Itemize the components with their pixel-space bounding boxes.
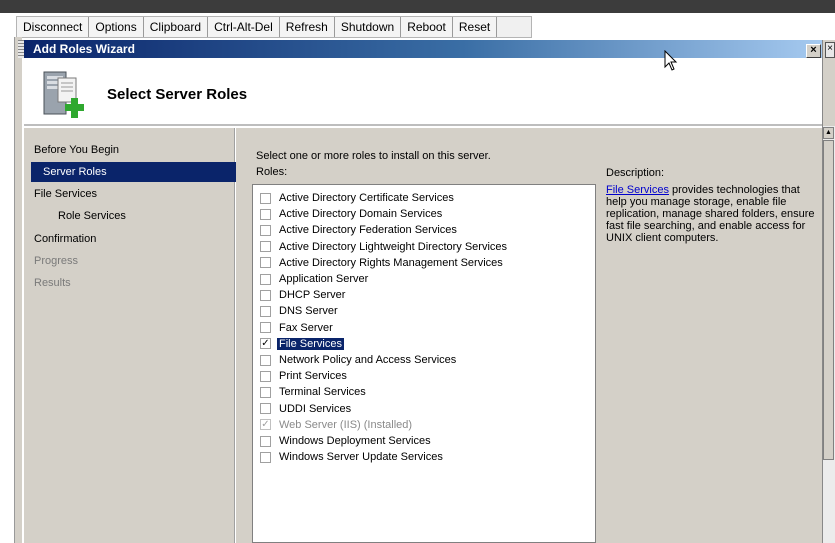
description-label: Description: (606, 167, 665, 179)
role-row[interactable]: Active Directory Lightweight Directory S… (260, 239, 509, 255)
role-label: DHCP Server (279, 289, 346, 302)
role-label: Application Server (279, 273, 369, 285)
role-checkbox[interactable] (260, 386, 271, 398)
role-row[interactable]: Terminal Services (260, 384, 368, 400)
role-label: Active Directory Rights Management Servi… (279, 256, 503, 269)
server-add-icon (43, 71, 84, 118)
role-label: Terminal Services (279, 386, 366, 399)
role-row[interactable]: ✓ Web Server (IIS) (Installed) (260, 417, 414, 433)
left-frame-edge (14, 37, 22, 543)
toolbar-button-disconnect[interactable]: Disconnect (17, 17, 90, 37)
role-row[interactable]: Print Services (260, 368, 349, 384)
role-checkbox[interactable] (260, 322, 271, 334)
role-label: Windows Deployment Services (279, 435, 431, 447)
role-label: Network Policy and Access Services (279, 354, 457, 366)
role-checkbox[interactable] (260, 273, 271, 285)
role-label: UDDI Services (279, 402, 352, 415)
role-checkbox[interactable] (260, 354, 271, 366)
nav-role-services[interactable]: Role Services (58, 206, 126, 226)
scroll-up-icon[interactable]: ▲ (823, 127, 834, 139)
role-row[interactable]: Active Directory Rights Management Servi… (260, 255, 505, 271)
remote-toolbar: Disconnect Options Clipboard Ctrl-Alt-Del Re… (16, 16, 532, 38)
role-row[interactable]: Active Directory Certificate Services (260, 190, 456, 206)
role-row[interactable]: Active Directory Domain Services (260, 206, 444, 222)
close-icon[interactable]: × (806, 44, 821, 58)
nav-server-roles[interactable]: Server Roles (31, 162, 257, 182)
toolbar-button-options[interactable]: Options (89, 17, 144, 37)
role-checkbox: ✓ (260, 419, 271, 431)
role-label: Web Server (IIS) (Installed) (279, 418, 413, 431)
role-checkbox[interactable] (260, 370, 271, 382)
nav-confirmation[interactable]: Confirmation (34, 229, 96, 249)
description-text: File Services provides technologies that… (606, 184, 816, 244)
toolbar-button-refresh[interactable]: Refresh (279, 17, 335, 37)
toolbar-button-shutdown[interactable]: Shutdown (334, 17, 402, 37)
window-title: Add Roles Wizard (33, 42, 135, 56)
role-label: DNS Server (279, 305, 338, 318)
nav-before-you-begin[interactable]: Before You Begin (34, 140, 119, 160)
role-checkbox[interactable] (260, 403, 271, 415)
role-label: Fax Server (279, 321, 333, 334)
role-label: Print Services (279, 370, 347, 383)
role-checkbox[interactable] (260, 289, 271, 301)
nav-results: Results (34, 277, 71, 289)
roles-list[interactable]: Active Directory Certificate Services Act… (252, 184, 596, 543)
role-checkbox[interactable] (260, 435, 271, 447)
role-label: File Services (277, 337, 344, 350)
instruction-text: Select one or more roles to install on t… (256, 150, 491, 162)
role-label: Active Directory Certificate Services (279, 192, 454, 204)
role-label: Windows Server Update Services (279, 451, 443, 464)
toolbar-button-ctrl-alt-del[interactable]: Ctrl-Alt-Del (208, 17, 280, 37)
role-row[interactable]: ✓ File Services (260, 336, 344, 352)
role-row[interactable]: Application Server (260, 271, 370, 287)
role-checkbox[interactable] (260, 224, 271, 236)
role-checkbox[interactable] (260, 451, 271, 463)
roles-label: Roles: (256, 166, 288, 178)
wizard-nav: Before You Begin Server Roles File Servi… (24, 128, 257, 543)
toolbar-button-clipboard[interactable]: Clipboard (143, 17, 209, 37)
window-title-bar[interactable]: Add Roles Wizard (24, 40, 822, 58)
role-row[interactable]: UDDI Services (260, 401, 353, 417)
role-checkbox[interactable] (260, 241, 271, 253)
role-checkbox[interactable] (260, 305, 271, 317)
file-services-link[interactable]: File Services (606, 184, 669, 196)
role-checkbox[interactable]: ✓ (260, 338, 271, 350)
role-checkbox[interactable] (260, 192, 271, 204)
role-label: Active Directory Federation Services (279, 224, 457, 237)
role-row[interactable]: Windows Server Update Services (260, 449, 445, 465)
mouse-cursor-icon (664, 50, 678, 71)
scrollbar-thumb[interactable] (823, 140, 834, 460)
top-bar (0, 0, 835, 13)
role-row[interactable]: Network Policy and Access Services (260, 352, 458, 368)
role-row[interactable]: DHCP Server (260, 287, 347, 303)
page-title: Select Server Roles (107, 86, 248, 103)
role-row[interactable]: Active Directory Federation Services (260, 222, 459, 238)
role-label: Active Directory Domain Services (279, 208, 443, 221)
frame-close-button[interactable]: × (825, 42, 835, 58)
role-row[interactable]: Fax Server (260, 320, 335, 336)
nav-progress: Progress (34, 255, 79, 267)
role-checkbox[interactable] (260, 208, 271, 220)
nav-file-services[interactable]: File Services (34, 184, 97, 204)
role-row[interactable]: DNS Server (260, 303, 340, 319)
toolbar-button-reset[interactable]: Reset (452, 17, 498, 37)
role-checkbox[interactable] (260, 257, 271, 269)
role-label: Active Directory Lightweight Directory S… (279, 240, 508, 253)
role-row[interactable]: Windows Deployment Services (260, 433, 433, 449)
toolbar-button-reboot[interactable]: Reboot (401, 17, 453, 37)
